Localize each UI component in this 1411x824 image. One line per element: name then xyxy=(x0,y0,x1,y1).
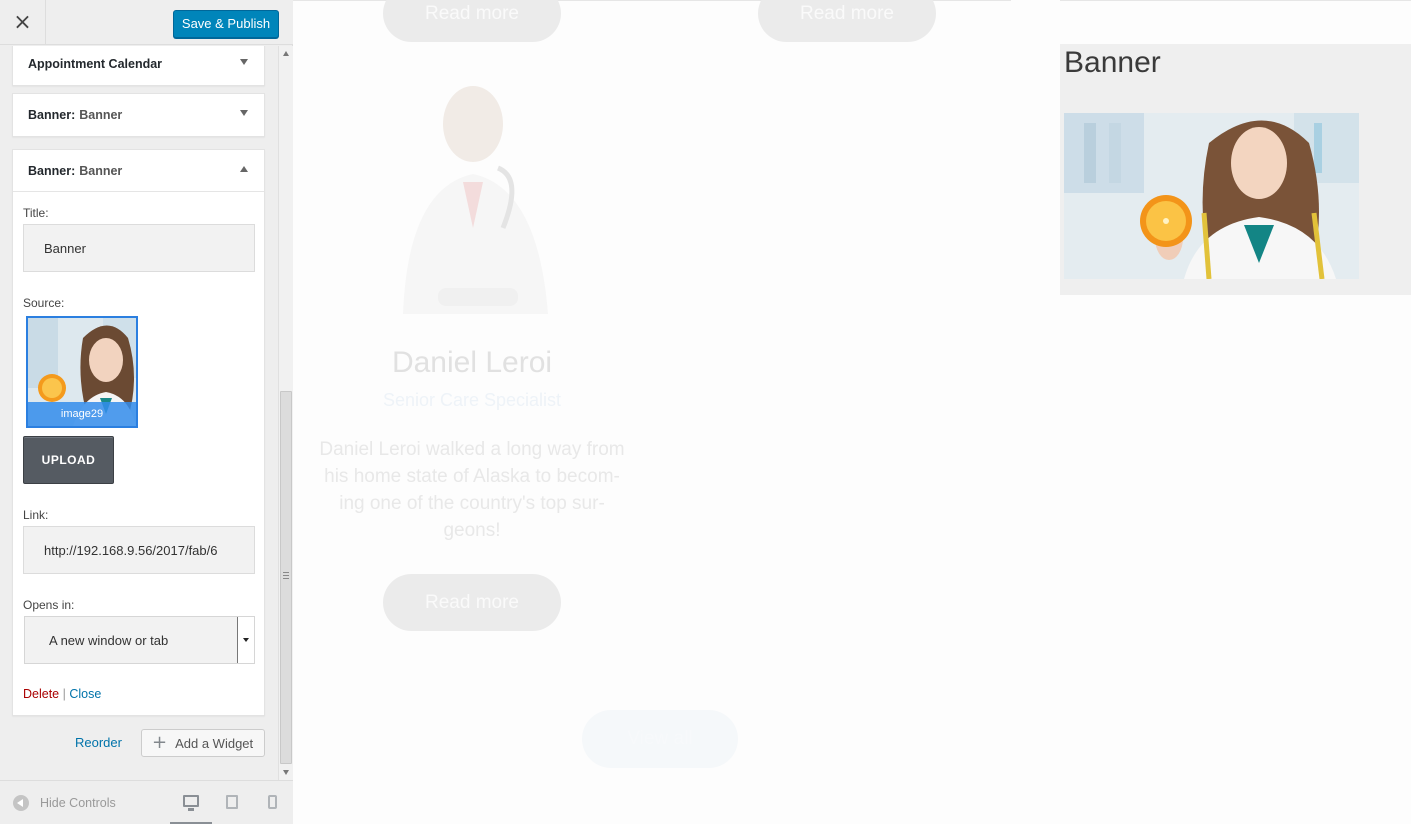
read-more-button[interactable]: Read more xyxy=(383,0,561,42)
chevron-down-icon[interactable] xyxy=(237,617,254,663)
widget-type: Banner: xyxy=(28,108,76,122)
widget-type: Banner: xyxy=(28,163,76,178)
source-image-thumbnail[interactable]: image29 xyxy=(26,316,138,428)
image-caption: image29 xyxy=(28,402,136,426)
collapse-arrow-icon[interactable] xyxy=(240,166,248,172)
delete-link[interactable]: Delete xyxy=(23,687,59,701)
scroll-down-arrow-icon[interactable] xyxy=(283,770,289,775)
grip-icon xyxy=(283,572,289,579)
widget-actions: Delete | Close xyxy=(23,687,101,701)
widget-title: Banner xyxy=(79,108,123,122)
link-label: Link: xyxy=(23,508,49,522)
widget-header[interactable]: Banner: Banner xyxy=(13,150,264,192)
site-preview: Read more Read more Daniel Leroi Senior … xyxy=(293,0,1411,824)
sidebar-scrollbar[interactable] xyxy=(278,46,293,780)
doctor-role: Senior Care Specialist xyxy=(382,390,562,410)
widget-appointment-calendar[interactable]: Appointment Calendar xyxy=(12,46,265,86)
add-widget-label: Add a Widget xyxy=(175,735,254,751)
save-publish-button[interactable]: Save & Publish xyxy=(173,10,279,38)
opens-in-value: A new window or tab xyxy=(49,632,169,648)
plus-icon: + xyxy=(152,732,168,753)
link-input[interactable]: http://192.168.9.56/2017/fab/6 xyxy=(23,526,255,574)
add-widget-button[interactable]: + Add a Widget xyxy=(141,729,265,757)
tablet-icon[interactable] xyxy=(226,795,238,809)
scrollbar-thumb[interactable] xyxy=(280,391,292,764)
upload-button[interactable]: UPLOAD xyxy=(23,436,114,484)
view-all-button[interactable]: View all xyxy=(582,710,738,768)
customizer-footer: Hide Controls xyxy=(0,780,293,824)
banner-widget-preview: Banner xyxy=(1060,44,1411,295)
title-label: Title: xyxy=(23,206,49,220)
customizer-sidebar: × Save & Publish Appointment Calendar Ba… xyxy=(0,0,293,824)
hide-controls-label: Hide Controls xyxy=(40,796,116,810)
doctor-photo xyxy=(403,86,548,314)
widget-banner-1[interactable]: Banner: Banner xyxy=(12,93,265,137)
read-more-button[interactable]: Read more xyxy=(383,574,561,631)
separator: | xyxy=(62,687,66,701)
divider xyxy=(1060,0,1411,1)
opens-in-select[interactable]: A new window or tab xyxy=(24,616,255,664)
widget-title: Appointment Calendar xyxy=(28,57,163,71)
mobile-icon[interactable] xyxy=(268,795,277,809)
widget-header[interactable]: Banner: Banner xyxy=(13,94,264,136)
close-customizer-button[interactable]: × xyxy=(0,0,46,45)
customizer-header: × Save & Publish xyxy=(0,0,293,45)
close-link[interactable]: Close xyxy=(69,687,101,701)
collapse-left-icon xyxy=(13,795,29,811)
doctor-name: Daniel Leroi xyxy=(391,346,553,379)
expand-arrow-icon[interactable] xyxy=(240,59,248,65)
read-more-button[interactable]: Read more xyxy=(758,0,936,42)
widget-banner-2: Banner: Banner Title: Banner Source: ima… xyxy=(12,149,265,716)
widget-title: Banner xyxy=(79,163,123,178)
opens-in-label: Opens in: xyxy=(23,598,75,612)
widget-header[interactable]: Appointment Calendar xyxy=(13,46,264,85)
source-label: Source: xyxy=(23,296,65,310)
close-icon: × xyxy=(13,10,32,35)
customizer-app: × Save & Publish Appointment Calendar Ba… xyxy=(0,0,1411,824)
desktop-icon[interactable] xyxy=(183,795,199,811)
reorder-link[interactable]: Reorder xyxy=(75,735,122,750)
banner-image[interactable] xyxy=(1064,113,1359,279)
title-input[interactable]: Banner xyxy=(23,224,255,272)
widget-panel: Appointment Calendar Banner: Banner Bann… xyxy=(0,46,278,780)
banner-title: Banner xyxy=(1064,46,1161,79)
hide-controls-button[interactable]: Hide Controls xyxy=(13,795,116,811)
scroll-up-arrow-icon[interactable] xyxy=(283,51,289,56)
doctor-bio: Daniel Leroi walked a long way from his … xyxy=(319,439,625,541)
expand-arrow-icon[interactable] xyxy=(240,110,248,116)
